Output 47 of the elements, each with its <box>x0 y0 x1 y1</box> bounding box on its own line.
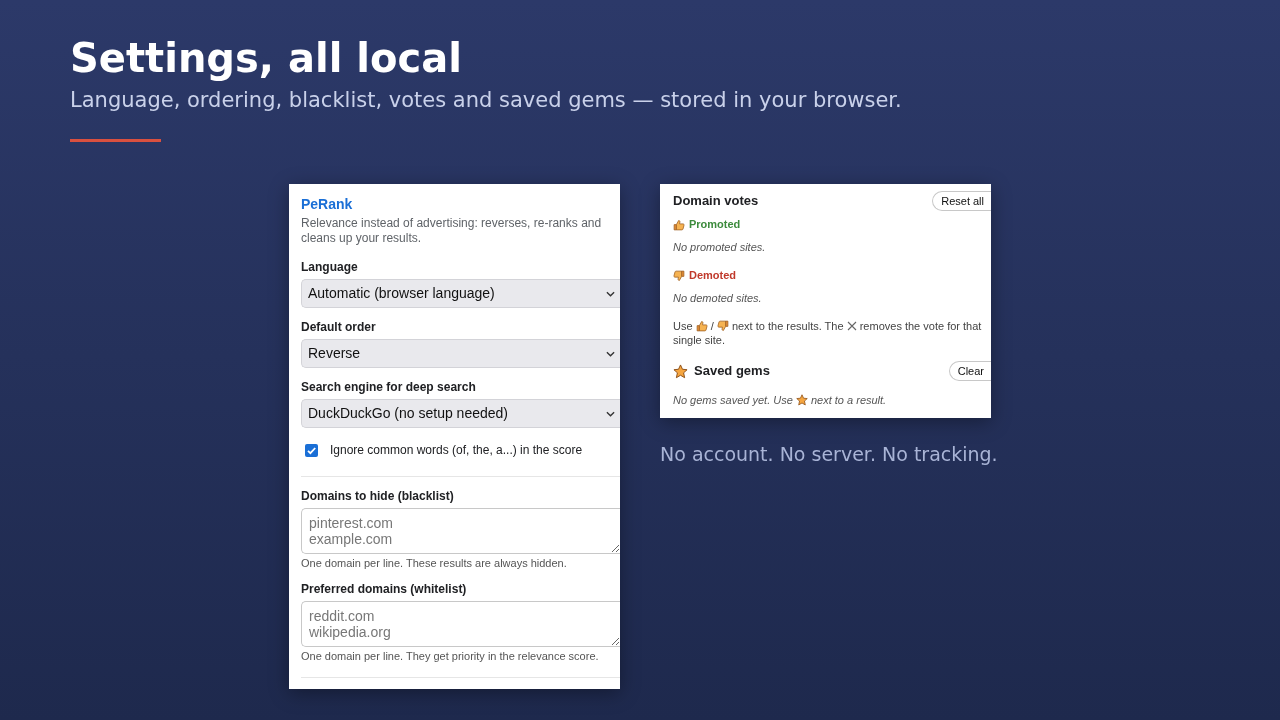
slide-subtitle: Language, ordering, blacklist, votes and saved gems — stored in your browser. <box>70 88 902 113</box>
help-text: Use <box>673 320 693 332</box>
app-description: Relevance instead of advertising: reverses, re-ranks and cleans up your results. <box>301 216 603 246</box>
slide-title: Settings, all local <box>70 34 462 82</box>
chevron-down-icon <box>606 290 615 297</box>
domain-list-field[interactable]: pinterest.com example.com <box>301 508 620 554</box>
panel-title: Domain votes <box>673 193 759 209</box>
field-label: Language <box>301 260 358 275</box>
help-text: No gems saved yet. Use <box>673 394 793 406</box>
select-value: Reverse <box>308 345 361 362</box>
cross-icon <box>846 321 857 331</box>
help-text: removes the vote for that <box>859 320 982 332</box>
field-hint: One domain per line. They get priority in the relevance score. <box>301 650 599 663</box>
slide-caption: No account. No server. No tracking. <box>660 443 998 466</box>
help-text: / <box>710 320 714 332</box>
clear-button[interactable]: Clear <box>948 361 991 381</box>
dropdown-select[interactable]: DuckDuckGo (no setup needed) <box>301 399 620 428</box>
star-icon <box>673 363 688 379</box>
checkbox[interactable] <box>305 444 318 457</box>
section-title: Saved gems <box>694 363 770 379</box>
empty-message: No demoted sites. <box>673 292 762 305</box>
help-text: single site. <box>673 334 725 346</box>
thumbs-up-icon <box>695 320 708 332</box>
reset-all-button[interactable]: Reset all <box>932 191 991 211</box>
dropdown-select[interactable]: Reverse <box>301 339 620 368</box>
field-hint: One domain per line. These results are always hidden. <box>301 557 567 570</box>
dropdown-select[interactable]: Automatic (browser language) <box>301 279 620 308</box>
domain-list-field[interactable]: reddit.com wikipedia.org <box>301 601 620 647</box>
help-text: next to the results. The <box>731 320 844 332</box>
chevron-down-icon <box>606 410 615 417</box>
app-title: PeRank <box>301 196 353 213</box>
group-label: Promoted <box>689 218 741 231</box>
field-label: Domains to hide (blacklist) <box>301 489 454 504</box>
select-value: DuckDuckGo (no setup needed) <box>308 405 508 422</box>
checkbox-label: Ignore common words (of, the, a...) in the score <box>330 443 583 458</box>
help-text: next to a result. <box>810 394 887 406</box>
group-label: Demoted <box>689 269 737 282</box>
field-label: Preferred domains (whitelist) <box>301 582 467 597</box>
select-value: Automatic (browser language) <box>308 285 495 302</box>
field-label: Search engine for deep search <box>301 380 476 395</box>
star-icon <box>795 394 808 406</box>
empty-message: No promoted sites. <box>673 241 766 254</box>
thumbs-up-icon <box>673 218 685 231</box>
thumbs-down-icon <box>673 269 685 282</box>
thumbs-down-icon <box>716 320 729 332</box>
field-label: Default order <box>301 320 376 335</box>
chevron-down-icon <box>606 350 615 357</box>
